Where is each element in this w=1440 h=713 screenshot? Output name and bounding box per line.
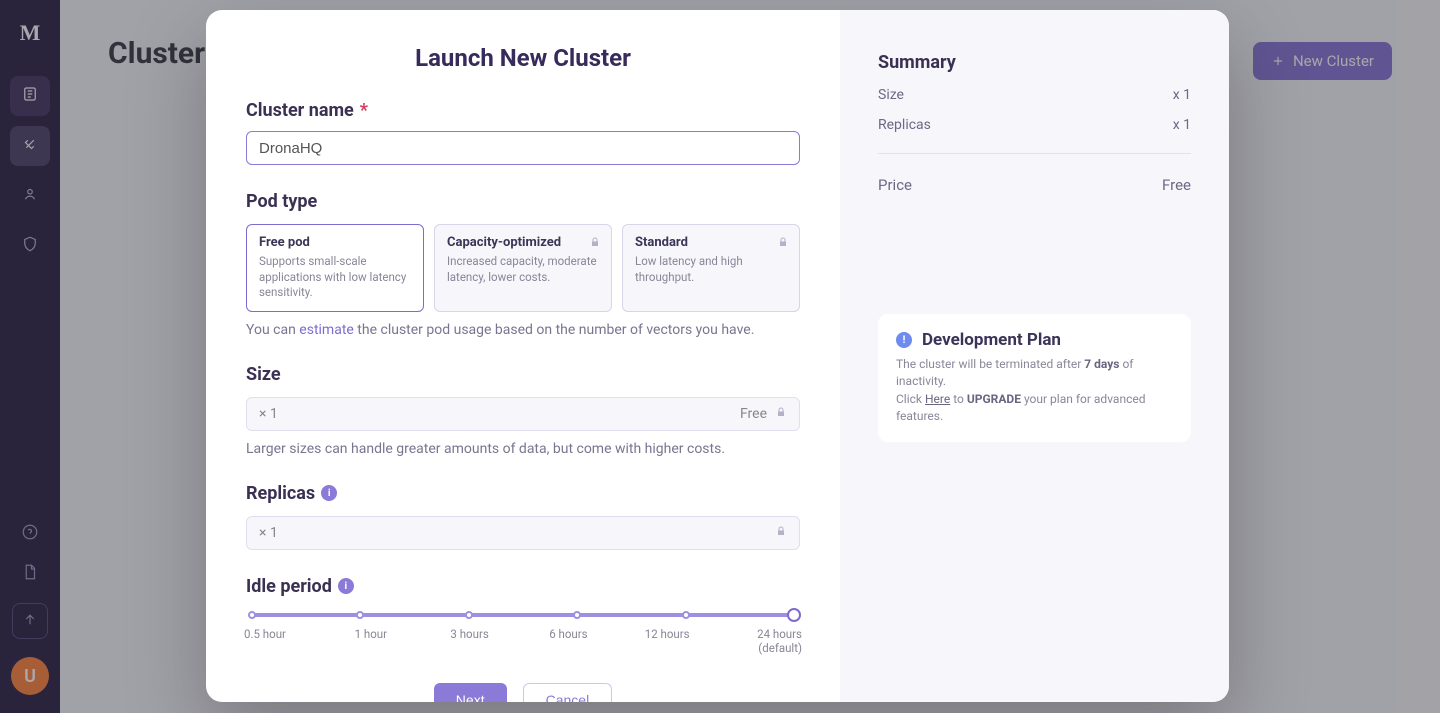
upgrade-link[interactable]: Here [925, 392, 950, 406]
size-input-locked: × 1 Free [246, 397, 800, 431]
pod-type-label: Pod type [246, 191, 800, 212]
modal-summary-panel: Summary Size x 1 Replicas x 1 Price Free… [840, 10, 1229, 702]
plan-text: to [950, 392, 967, 406]
required-asterisk: * [360, 100, 368, 121]
plan-text: Click [896, 392, 925, 406]
summary-row-replicas: Replicas x 1 [878, 117, 1191, 133]
cluster-name-label-text: Cluster name [246, 100, 354, 121]
estimate-link[interactable]: estimate [299, 322, 354, 338]
info-icon[interactable]: i [321, 485, 337, 501]
plan-body: The cluster will be terminated after 7 d… [896, 356, 1173, 426]
summary-row-value: x 1 [1173, 117, 1191, 133]
pod-option-title: Standard [635, 235, 787, 250]
pod-option-desc: Supports small-scale applications with l… [259, 254, 411, 301]
plan-text-bold: UPGRADE [967, 392, 1021, 406]
price-label: Price [878, 176, 912, 194]
size-label: Size [246, 364, 800, 385]
slider-handle[interactable] [787, 608, 801, 622]
slider-default-suffix: (default) [738, 641, 802, 655]
pod-option-desc: Low latency and high throughput. [635, 254, 787, 285]
summary-row-label: Size [878, 87, 904, 103]
pod-option-desc: Increased capacity, moderate latency, lo… [447, 254, 599, 285]
slider-label: 3 hours [442, 627, 498, 655]
pod-option-standard[interactable]: Standard Low latency and high throughput… [622, 224, 800, 312]
slider-label: 12 hours [639, 627, 695, 655]
summary-row-value: x 1 [1173, 87, 1191, 103]
next-button[interactable]: Next [434, 683, 507, 702]
modal-form-panel: Launch New Cluster Cluster name * Pod ty… [206, 10, 840, 702]
summary-title: Summary [878, 52, 1191, 73]
pod-option-capacity[interactable]: Capacity-optimized Increased capacity, m… [434, 224, 612, 312]
hint-text: You can [246, 322, 299, 338]
slider-tick-labels: 0.5 hour 1 hour 3 hours 6 hours 12 hours… [252, 627, 794, 655]
modal-button-row: Next Cancel [246, 683, 800, 702]
summary-divider [878, 153, 1191, 154]
price-value: Free [1162, 176, 1191, 194]
summary-row-size: Size x 1 [878, 87, 1191, 103]
plan-card: ! Development Plan The cluster will be t… [878, 314, 1191, 442]
plan-text: The cluster will be terminated after [896, 357, 1084, 371]
size-value: × 1 [259, 406, 278, 422]
replicas-value: × 1 [259, 525, 278, 541]
launch-cluster-modal: Launch New Cluster Cluster name * Pod ty… [206, 10, 1229, 702]
idle-label-text: Idle period [246, 576, 332, 597]
info-icon[interactable]: i [338, 578, 354, 594]
plan-title: Development Plan [922, 330, 1061, 350]
idle-period-slider[interactable]: 0.5 hour 1 hour 3 hours 6 hours 12 hours… [246, 613, 800, 655]
cluster-name-input[interactable] [246, 131, 800, 165]
slider-label: 0.5 hour [244, 627, 300, 655]
slider-label: 6 hours [540, 627, 596, 655]
summary-price-row: Price Free [878, 176, 1191, 194]
summary-row-label: Replicas [878, 117, 931, 133]
pod-option-title: Capacity-optimized [447, 235, 599, 250]
lock-icon [589, 233, 601, 252]
replicas-input-locked: × 1 [246, 516, 800, 550]
hint-text: the cluster pod usage based on the numbe… [354, 322, 755, 338]
slider-label: 1 hour [343, 627, 399, 655]
lock-icon [777, 233, 789, 252]
cancel-button[interactable]: Cancel [523, 683, 613, 702]
replicas-label-text: Replicas [246, 483, 315, 504]
cluster-name-label: Cluster name * [246, 100, 800, 121]
size-hint: Larger sizes can handle greater amounts … [246, 441, 800, 457]
pod-option-title: Free pod [259, 235, 411, 250]
slider-label: 24 hours (default) [738, 627, 802, 655]
replicas-label: Replicas i [246, 483, 800, 504]
pod-type-hint: You can estimate the cluster pod usage b… [246, 322, 800, 338]
pod-type-options: Free pod Supports small-scale applicatio… [246, 224, 800, 312]
info-icon: ! [896, 332, 912, 348]
modal-title: Launch New Cluster [246, 44, 800, 72]
plan-text-bold: 7 days [1084, 357, 1119, 371]
slider-label-text: 24 hours [757, 627, 802, 641]
pod-option-free[interactable]: Free pod Supports small-scale applicatio… [246, 224, 424, 312]
lock-icon [775, 525, 787, 541]
lock-icon [775, 406, 787, 422]
idle-label: Idle period i [246, 576, 800, 597]
size-badge: Free [740, 406, 767, 422]
